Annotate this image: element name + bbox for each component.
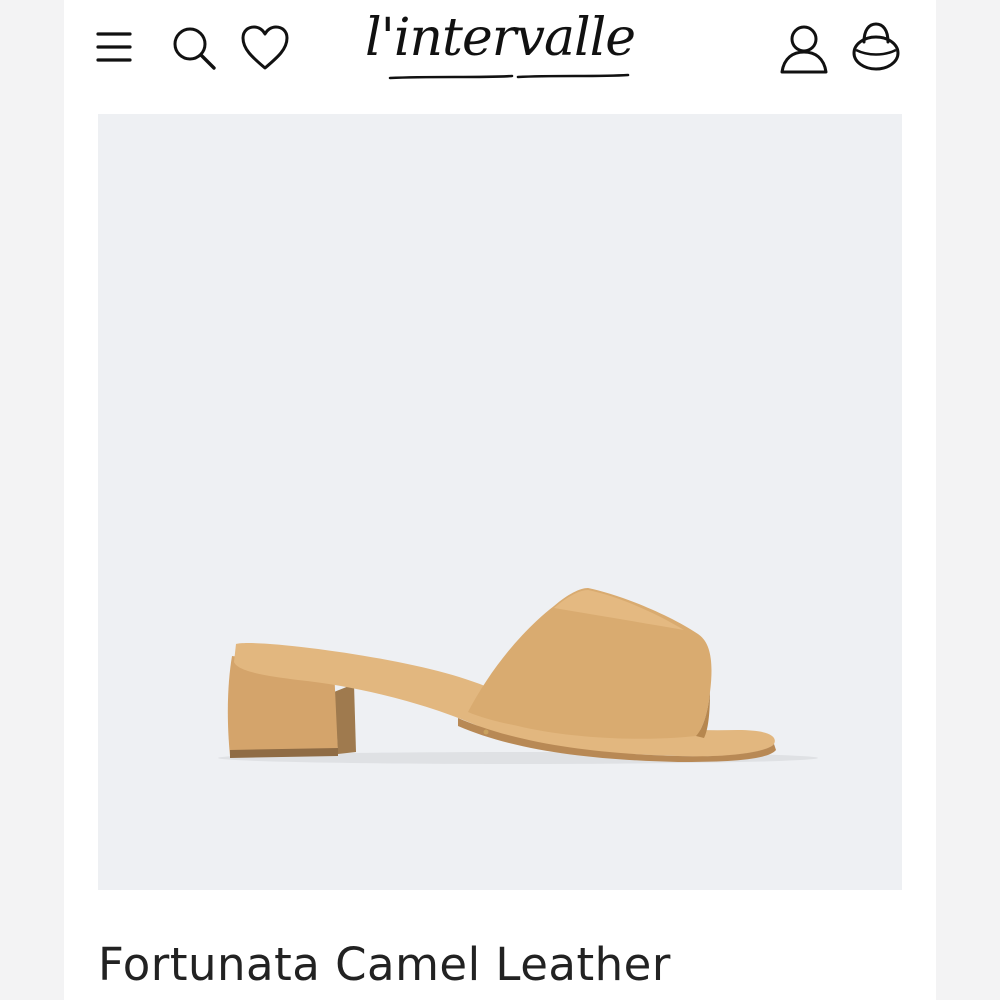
heart-icon[interactable]	[240, 24, 290, 72]
product-image[interactable]	[98, 114, 902, 890]
sandal-image	[218, 588, 818, 764]
logo-underline	[388, 73, 630, 80]
user-icon[interactable]	[778, 22, 830, 76]
search-icon[interactable]	[170, 24, 218, 72]
site-header: l'intervalle	[64, 0, 936, 100]
brand-logo[interactable]: l'intervalle	[360, 4, 640, 88]
product-page: l'intervalle Fortunata Camel Leather	[64, 0, 936, 1000]
shopping-bag-icon[interactable]	[850, 20, 902, 74]
brand-name: l'intervalle	[365, 8, 636, 68]
product-title: Fortunata Camel Leather	[98, 938, 671, 991]
menu-icon[interactable]	[96, 30, 132, 64]
